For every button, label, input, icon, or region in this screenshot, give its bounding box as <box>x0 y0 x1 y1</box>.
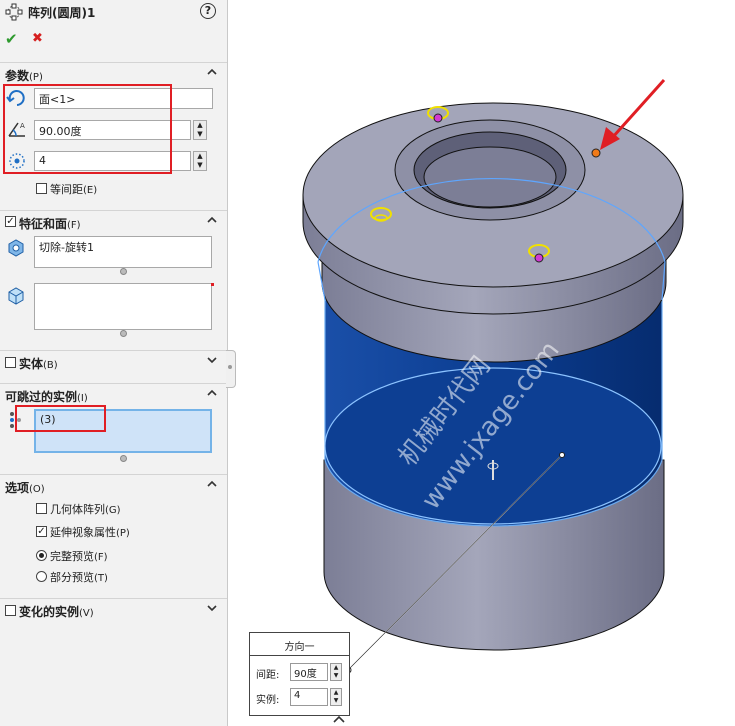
chevron-up-icon[interactable] <box>206 387 218 399</box>
instances-label: 实例: <box>256 695 280 706</box>
propagate-checkbox[interactable]: ✓ <box>36 526 47 537</box>
features-list[interactable]: 切除-旋转1 <box>34 236 212 268</box>
skipped-instance-marker[interactable] <box>591 148 601 158</box>
section-parameters[interactable]: 参数(P) <box>0 62 227 85</box>
section-features[interactable]: ✓ 特征和面(F) <box>0 210 227 233</box>
ok-button[interactable]: ✔ <box>5 30 18 48</box>
section-label: 变化的实例 <box>19 605 80 619</box>
chevron-up-icon[interactable] <box>206 66 218 78</box>
circular-pattern-icon <box>5 3 23 21</box>
full-preview-radio[interactable] <box>36 550 47 561</box>
section-label: 可跳过的实例 <box>5 390 78 404</box>
section-key: (B) <box>43 360 58 371</box>
list-item[interactable]: 切除-旋转1 <box>39 241 94 254</box>
equal-spacing-checkbox[interactable] <box>36 183 47 194</box>
geometry-pattern-key: (G) <box>105 505 121 516</box>
section-key: (V) <box>79 608 94 619</box>
features-checkbox[interactable]: ✓ <box>5 216 16 227</box>
section-key: (I) <box>77 393 88 404</box>
section-label: 参数 <box>5 69 30 83</box>
resize-handle[interactable] <box>120 330 127 337</box>
chevron-up-icon[interactable] <box>332 714 346 724</box>
callout-instances-spinner[interactable]: ▲ ▼ <box>330 688 342 706</box>
resize-handle[interactable] <box>120 268 127 275</box>
angle-spinner[interactable]: ▲ ▼ <box>193 120 207 140</box>
partial-preview-key: (T) <box>94 573 108 584</box>
equal-spacing-key: (E) <box>83 185 98 196</box>
section-key: (F) <box>67 220 81 231</box>
bodies-checkbox[interactable] <box>5 357 16 368</box>
spacing-label: 间距: <box>256 670 280 681</box>
chevron-up-icon[interactable] <box>206 478 218 490</box>
propagate-key: (P) <box>116 528 130 539</box>
geometry-pattern-label: 几何体阵列 <box>50 503 105 516</box>
page-title: 阵列(圆周)1 <box>28 6 96 20</box>
chevron-down-icon[interactable] <box>206 602 218 614</box>
part-model[interactable] <box>302 102 684 651</box>
partial-preview-label: 部分预览 <box>50 571 94 584</box>
section-key: (P) <box>29 72 43 83</box>
help-icon[interactable]: ? <box>200 3 216 19</box>
cancel-button[interactable]: ✖ <box>32 31 43 46</box>
section-label: 实体 <box>19 357 44 371</box>
partial-preview-radio[interactable] <box>36 571 47 582</box>
callout-spacing-input[interactable]: 90度 <box>290 663 328 681</box>
resize-handle[interactable] <box>120 455 127 462</box>
required-marker <box>211 283 214 286</box>
faces-list[interactable] <box>34 283 212 330</box>
property-manager: 阵列(圆周)1 ? ✔ ✖ 参数(P) 面<1> A 90.00度 ▲ ▼ 4 ▲… <box>0 0 228 726</box>
chevron-down-icon[interactable] <box>206 354 218 366</box>
face-icon <box>8 287 24 305</box>
section-options[interactable]: 选项(O) <box>0 474 227 497</box>
feature-icon <box>8 239 24 257</box>
varied-checkbox[interactable] <box>5 605 16 616</box>
geometry-pattern-checkbox[interactable] <box>36 503 47 514</box>
direction-callout[interactable]: 方向一 间距: 90度 ▲ ▼ 实例: 4 ▲ ▼ <box>249 632 350 716</box>
section-varied-instances[interactable]: 变化的实例(V) <box>0 598 227 621</box>
panel-header: 阵列(圆周)1 ? <box>0 0 227 24</box>
section-key: (O) <box>29 484 45 495</box>
section-skip-instances[interactable]: 可跳过的实例(I) <box>0 383 227 406</box>
callout-spacing-spinner[interactable]: ▲ ▼ <box>330 663 342 681</box>
instances-spinner[interactable]: ▲ ▼ <box>193 151 207 171</box>
full-preview-key: (F) <box>94 552 108 563</box>
full-preview-label: 完整预览 <box>50 550 94 563</box>
graphics-area[interactable]: 机械时代网 www.jxage.com <box>228 0 735 726</box>
callout-instances-input[interactable]: 4 <box>290 688 328 706</box>
highlight-skip <box>15 405 106 432</box>
section-label: 选项 <box>5 481 30 495</box>
chevron-up-icon[interactable] <box>206 214 218 226</box>
highlight-parameters <box>3 84 172 174</box>
equal-spacing-label: 等间距 <box>50 183 83 196</box>
direction-title: 方向一 <box>284 642 315 653</box>
propagate-label: 延伸视象属性 <box>50 526 116 539</box>
section-label: 特征和面 <box>19 217 68 231</box>
section-bodies[interactable]: 实体(B) <box>0 350 227 373</box>
